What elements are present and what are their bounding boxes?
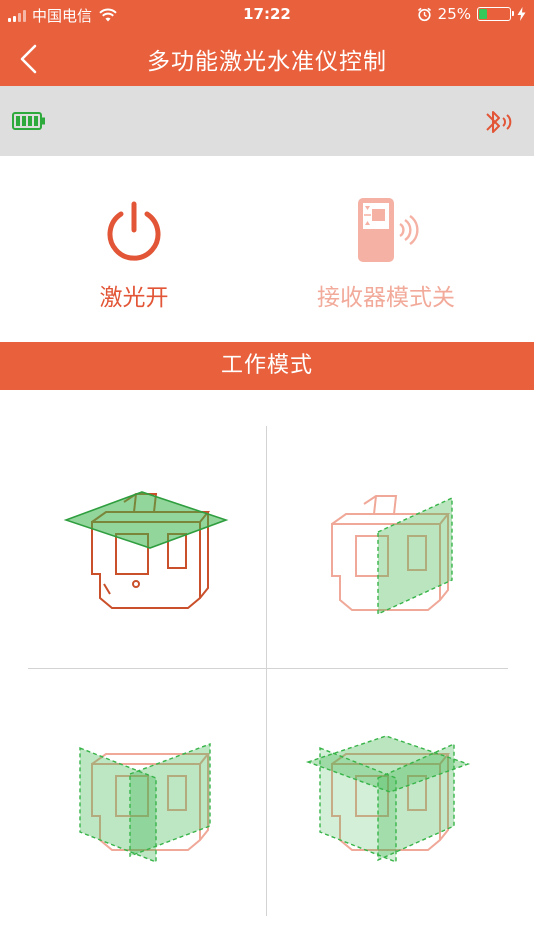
mode-all-planes[interactable]: [300, 722, 500, 922]
grid-divider-vertical: [266, 426, 267, 916]
alarm-icon: [417, 7, 431, 21]
mode-vertical-side-plane[interactable]: [300, 472, 500, 672]
mode-horizontal-plane[interactable]: [50, 472, 250, 672]
battery-icon: [477, 7, 514, 21]
device-status-bar: [0, 86, 534, 156]
work-mode-header: 工作模式: [0, 342, 534, 390]
battery-percent: 25%: [437, 5, 471, 23]
status-right: 25%: [417, 5, 526, 23]
receiver-label: 接收器模式关: [317, 285, 455, 311]
bluetooth-icon[interactable]: [480, 106, 518, 138]
laser-level-horizontal-icon: [63, 491, 229, 609]
laser-level-all-planes-icon: [305, 735, 471, 864]
laser-level-side-plane-icon: [331, 495, 453, 616]
laser-label: 激光开: [99, 285, 169, 311]
controls-panel: 激光开 接收器模式关: [0, 156, 534, 342]
nav-bar: 多功能激光水准仪控制: [0, 30, 534, 86]
power-icon: [107, 201, 161, 261]
laser-level-dual-plane-icon: [79, 742, 211, 864]
receiver-icon: [358, 198, 419, 262]
laser-toggle-button[interactable]: 激光开: [4, 196, 264, 312]
charging-icon: [517, 7, 526, 21]
page-title: 多功能激光水准仪控制: [147, 49, 387, 75]
mode-dual-vertical-plane[interactable]: [50, 722, 250, 922]
work-mode-grid: [0, 390, 534, 950]
device-battery-icon: [12, 112, 45, 130]
status-bar: 中国电信 17:22 25%: [0, 0, 534, 30]
receiver-mode-toggle-button[interactable]: 接收器模式关: [256, 196, 516, 312]
